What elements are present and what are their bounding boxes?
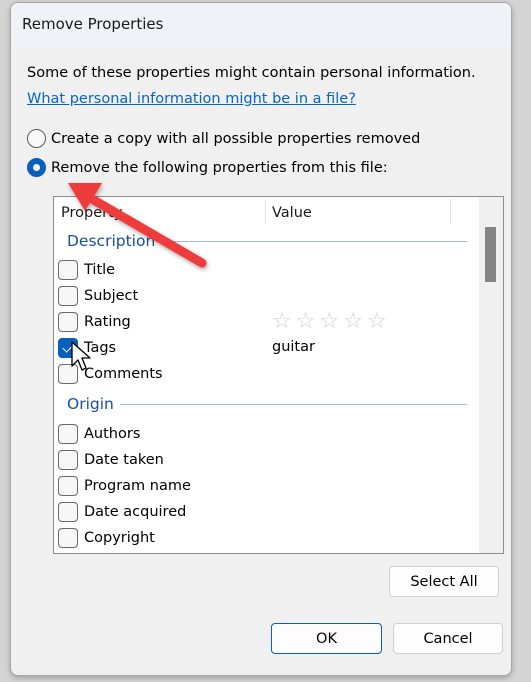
property-row-date-acquired[interactable]: Date acquired bbox=[58, 499, 186, 525]
group-divider bbox=[119, 403, 467, 405]
property-row-tags[interactable]: Tags bbox=[58, 335, 116, 361]
checkbox[interactable] bbox=[58, 260, 78, 280]
radio-label: Remove the following properties from thi… bbox=[51, 159, 388, 176]
group-header-origin: Origin bbox=[67, 395, 467, 413]
checkbox[interactable] bbox=[58, 502, 78, 522]
property-row-subject[interactable]: Subject bbox=[58, 283, 138, 309]
checkbox[interactable] bbox=[58, 528, 78, 548]
property-row-program-name[interactable]: Program name bbox=[58, 473, 191, 499]
column-header-property[interactable]: Property bbox=[61, 205, 122, 221]
personal-info-help-link[interactable]: What personal information might be in a … bbox=[27, 91, 356, 107]
property-row-rating[interactable]: Rating bbox=[58, 309, 131, 335]
property-label: Authors bbox=[84, 426, 141, 442]
star-icon[interactable]: ☆ bbox=[343, 311, 363, 333]
property-row-copyright[interactable]: Copyright bbox=[58, 525, 155, 551]
property-label: Program name bbox=[84, 478, 191, 494]
property-list: Property Value Description Title Subject… bbox=[53, 196, 504, 554]
dialog-title: Remove Properties bbox=[22, 15, 164, 33]
radio-remove-properties[interactable]: Remove the following properties from thi… bbox=[27, 158, 388, 177]
property-label: Rating bbox=[84, 314, 131, 330]
group-label: Origin bbox=[67, 395, 114, 413]
radio-button[interactable] bbox=[27, 129, 46, 148]
star-icon[interactable]: ☆ bbox=[367, 311, 387, 333]
checkbox[interactable] bbox=[58, 286, 78, 306]
ok-button[interactable]: OK bbox=[271, 623, 382, 654]
property-row-date-taken[interactable]: Date taken bbox=[58, 447, 164, 473]
star-icon[interactable]: ☆ bbox=[272, 311, 292, 333]
radio-button-selected[interactable] bbox=[27, 158, 46, 177]
property-label: Subject bbox=[84, 288, 139, 304]
group-label: Description bbox=[67, 232, 156, 250]
property-label: Copyright bbox=[84, 530, 155, 546]
list-header: Property Value bbox=[54, 197, 481, 230]
property-label: Date acquired bbox=[84, 504, 187, 520]
property-row-authors[interactable]: Authors bbox=[58, 421, 140, 447]
checkbox[interactable] bbox=[58, 476, 78, 496]
property-label: Date taken bbox=[84, 452, 164, 468]
property-value-tags: guitar bbox=[272, 339, 315, 355]
checkbox[interactable] bbox=[58, 364, 78, 384]
property-label: Comments bbox=[84, 366, 163, 382]
property-row-comments[interactable]: Comments bbox=[58, 361, 163, 387]
intro-text: Some of these properties might contain p… bbox=[27, 65, 476, 81]
checkbox-checked[interactable] bbox=[58, 338, 78, 358]
scrollbar-thumb[interactable] bbox=[485, 227, 496, 282]
star-icon[interactable]: ☆ bbox=[319, 311, 339, 333]
rating-stars[interactable]: ☆ ☆ ☆ ☆ ☆ bbox=[272, 311, 387, 333]
property-label: Title bbox=[84, 262, 116, 278]
select-all-button[interactable]: Select All bbox=[389, 566, 499, 597]
column-separator[interactable] bbox=[265, 199, 266, 224]
column-separator[interactable] bbox=[450, 199, 451, 224]
checkbox[interactable] bbox=[58, 450, 78, 470]
star-icon[interactable]: ☆ bbox=[296, 311, 316, 333]
group-header-description: Description bbox=[67, 232, 467, 250]
title-bar: Remove Properties bbox=[11, 3, 511, 47]
property-row-title[interactable]: Title bbox=[58, 257, 115, 283]
radio-label: Create a copy with all possible properti… bbox=[51, 130, 421, 147]
group-divider bbox=[161, 240, 467, 242]
column-header-value[interactable]: Value bbox=[272, 205, 312, 221]
property-label: Tags bbox=[84, 340, 117, 356]
radio-create-copy[interactable]: Create a copy with all possible properti… bbox=[27, 129, 420, 148]
cancel-button[interactable]: Cancel bbox=[393, 623, 503, 654]
checkbox[interactable] bbox=[58, 424, 78, 444]
vertical-scrollbar[interactable] bbox=[479, 197, 503, 553]
checkbox[interactable] bbox=[58, 312, 78, 332]
remove-properties-dialog: Remove Properties Some of these properti… bbox=[10, 2, 512, 676]
